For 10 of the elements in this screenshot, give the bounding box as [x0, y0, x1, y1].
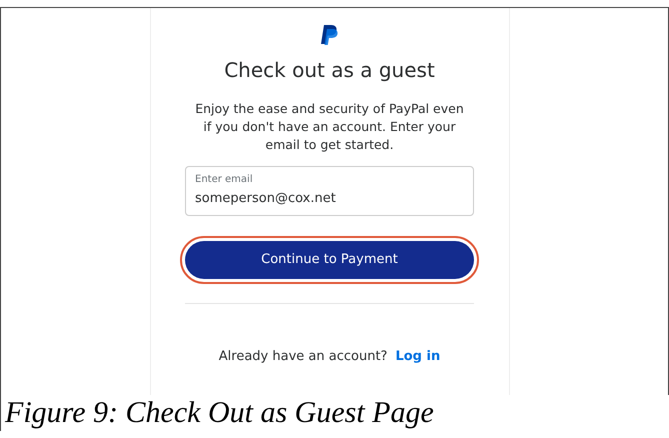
email-input[interactable]: someperson@cox.net	[195, 189, 464, 208]
login-link[interactable]: Log in	[395, 347, 440, 366]
description-text: Enjoy the ease and security of PayPal even if you don't have an account. Enter your email to get started.	[194, 100, 465, 154]
login-prompt: Already have an account?	[218, 348, 388, 366]
figure-caption: Figure 9: Check Out as Guest Page	[0, 395, 669, 431]
continue-button[interactable]: Continue to Payment	[185, 241, 474, 279]
email-label: Enter email	[195, 173, 254, 187]
logo-icon	[321, 25, 338, 45]
page-title: Check out as a guest	[224, 57, 435, 84]
email-field[interactable]: Enter email someperson@cox.net	[185, 166, 474, 216]
